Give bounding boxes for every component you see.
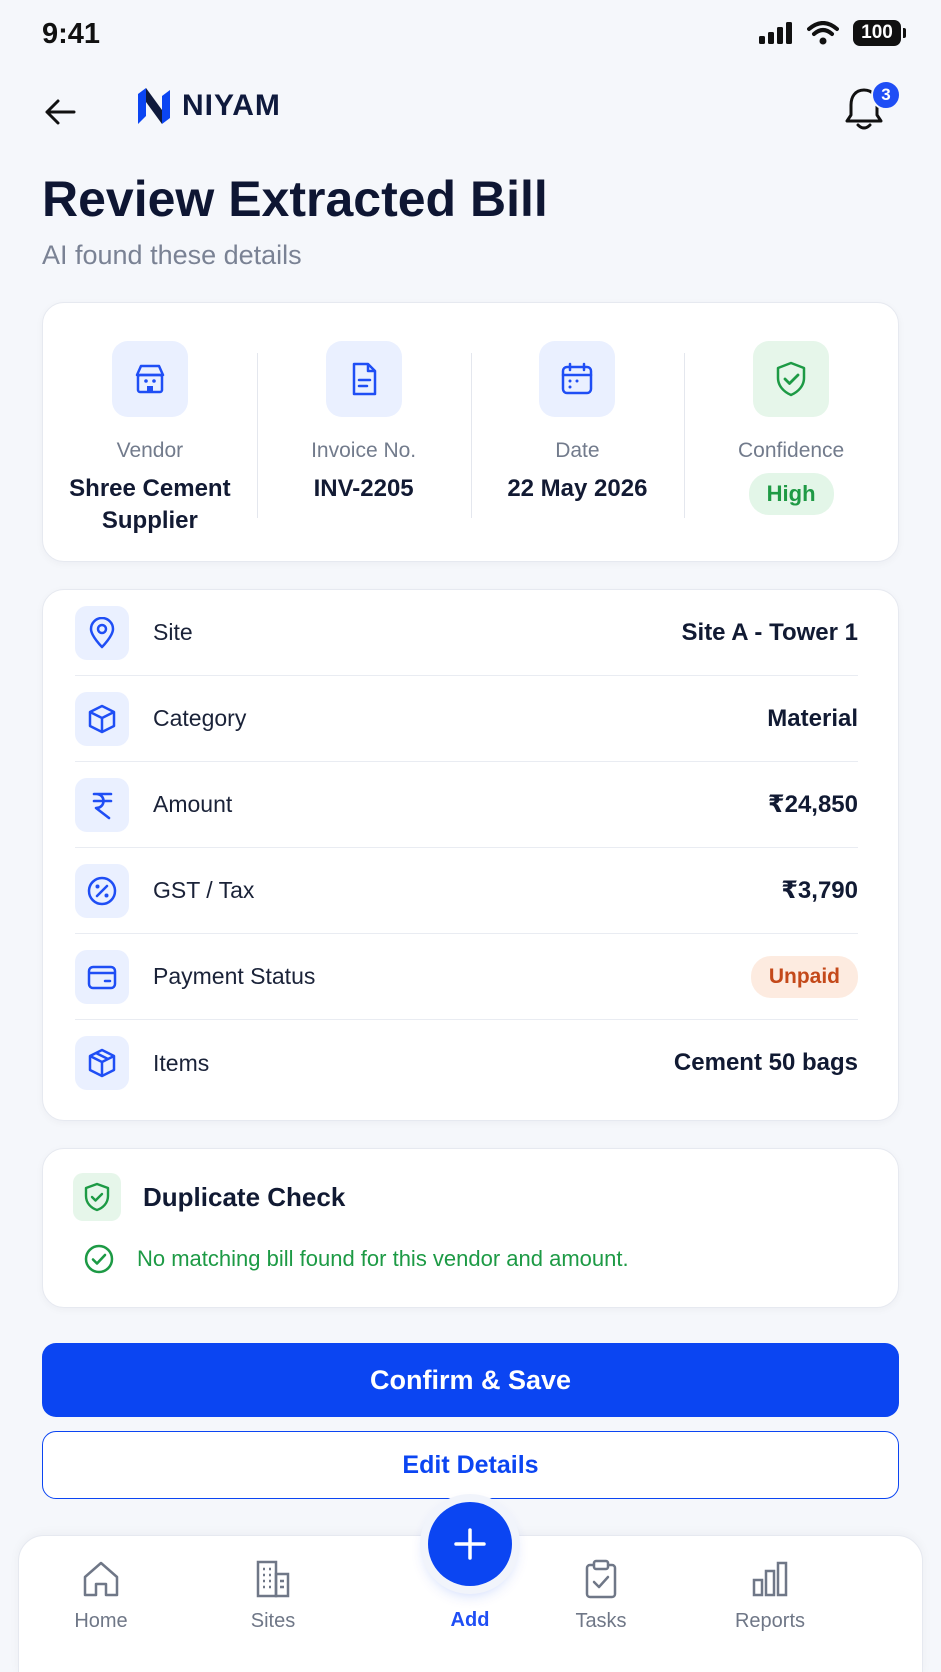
shield-check-icon bbox=[753, 341, 830, 417]
amount-value: ₹24,850 bbox=[767, 791, 858, 818]
confidence-summary: Confidence High bbox=[684, 303, 898, 561]
invoice-label: Invoice No. bbox=[311, 439, 417, 462]
payment-status-badge: Unpaid bbox=[750, 955, 858, 998]
amount-label: Amount bbox=[153, 791, 233, 817]
category-value: Material bbox=[767, 704, 858, 732]
plus-icon bbox=[454, 1528, 486, 1560]
nav-home-label: Home bbox=[74, 1610, 128, 1632]
brand-logo: NIYAM bbox=[136, 88, 281, 124]
detail-row-items[interactable]: Items Cement 50 bags bbox=[75, 1020, 858, 1106]
shield-check-icon bbox=[73, 1173, 121, 1221]
arrow-left-icon bbox=[45, 99, 76, 125]
nav-home[interactable]: Home bbox=[31, 1558, 171, 1633]
calendar-icon bbox=[539, 341, 616, 417]
payment-status-label: Payment Status bbox=[153, 963, 316, 989]
box-icon bbox=[75, 691, 129, 746]
detail-row-category[interactable]: Category Material bbox=[75, 676, 858, 762]
detail-row-payment-status[interactable]: Payment Status Unpaid bbox=[75, 934, 858, 1020]
status-icons: 100 bbox=[759, 20, 906, 46]
bar-chart-icon bbox=[752, 1561, 788, 1597]
home-icon bbox=[83, 1561, 119, 1597]
wallet-icon bbox=[75, 949, 129, 1004]
site-value: Site A - Tower 1 bbox=[681, 618, 858, 646]
vendor-value: Shree Cement Supplier bbox=[69, 473, 230, 537]
bill-details-card: Site Site A - Tower 1 Category Material … bbox=[42, 589, 899, 1121]
confirm-save-button[interactable]: Confirm & Save bbox=[42, 1343, 899, 1417]
nav-sites-label: Sites bbox=[250, 1610, 296, 1632]
duplicate-check-title: Duplicate Check bbox=[143, 1181, 346, 1212]
duplicate-check-result: No matching bill found for this vendor a… bbox=[73, 1243, 868, 1275]
invoice-summary: Invoice No. INV-2205 bbox=[256, 303, 471, 561]
items-label: Items bbox=[153, 1049, 210, 1076]
status-time: 9:41 bbox=[42, 18, 101, 50]
add-button[interactable] bbox=[428, 1502, 512, 1586]
nav-sites[interactable]: Sites bbox=[203, 1558, 343, 1633]
items-value: Cement 50 bags bbox=[673, 1049, 858, 1076]
check-circle-icon bbox=[84, 1244, 114, 1274]
bill-summary-card: Vendor Shree Cement Supplier Invoice No.… bbox=[42, 302, 899, 562]
notifications-button[interactable]: 3 bbox=[843, 80, 901, 136]
wifi-icon bbox=[807, 21, 839, 45]
store-icon bbox=[111, 341, 188, 417]
date-value: 22 May 2026 bbox=[507, 475, 648, 502]
page-subtitle: AI found these details bbox=[42, 240, 302, 270]
duplicate-check-message: No matching bill found for this vendor a… bbox=[137, 1246, 629, 1271]
edit-details-button[interactable]: Edit Details bbox=[42, 1431, 899, 1499]
document-icon bbox=[325, 341, 402, 417]
back-button[interactable] bbox=[38, 90, 82, 134]
nav-reports-label: Reports bbox=[734, 1610, 806, 1632]
gst-label: GST / Tax bbox=[153, 877, 255, 903]
nav-reports[interactable]: Reports bbox=[700, 1558, 840, 1633]
detail-row-site[interactable]: Site Site A - Tower 1 bbox=[75, 590, 858, 676]
building-icon bbox=[256, 1560, 290, 1598]
location-pin-icon bbox=[75, 605, 129, 660]
duplicate-check-header: Duplicate Check bbox=[73, 1173, 868, 1221]
gst-value: ₹3,790 bbox=[781, 877, 858, 904]
vendor-value-line1: Shree Cement bbox=[69, 475, 231, 502]
signal-icon bbox=[759, 22, 792, 44]
vendor-value-line2: Supplier bbox=[101, 507, 198, 534]
date-label: Date bbox=[555, 439, 600, 462]
duplicate-check-card: Duplicate Check No matching bill found f… bbox=[42, 1148, 899, 1308]
page-title: Review Extracted Bill bbox=[42, 171, 548, 227]
battery-level: 100 bbox=[861, 22, 893, 43]
site-label: Site bbox=[153, 619, 193, 645]
detail-row-amount[interactable]: Amount ₹24,850 bbox=[75, 762, 858, 848]
confidence-label: Confidence bbox=[738, 439, 845, 462]
rupee-icon bbox=[75, 777, 129, 832]
invoice-value: INV-2205 bbox=[313, 475, 414, 502]
niyam-logo-icon bbox=[138, 88, 170, 124]
date-summary: Date 22 May 2026 bbox=[470, 303, 685, 561]
nav-tasks[interactable]: Tasks bbox=[531, 1558, 671, 1633]
status-bar: 9:41 100 bbox=[0, 0, 941, 70]
nav-add-label: Add bbox=[450, 1609, 490, 1631]
battery-indicator: 100 bbox=[853, 20, 906, 46]
vendor-summary: Vendor Shree Cement Supplier bbox=[43, 303, 257, 561]
notification-badge: 3 bbox=[871, 80, 901, 110]
brand-name: NIYAM bbox=[182, 89, 281, 122]
category-label: Category bbox=[153, 705, 247, 731]
confidence-badge: High bbox=[748, 473, 834, 515]
percent-icon bbox=[75, 863, 129, 918]
nav-tasks-label: Tasks bbox=[575, 1610, 627, 1632]
clipboard-check-icon bbox=[585, 1559, 617, 1599]
detail-row-gst[interactable]: GST / Tax ₹3,790 bbox=[75, 848, 858, 934]
vendor-label: Vendor bbox=[116, 439, 184, 462]
package-icon bbox=[75, 1036, 129, 1090]
app-header: NIYAM 3 bbox=[0, 80, 941, 140]
